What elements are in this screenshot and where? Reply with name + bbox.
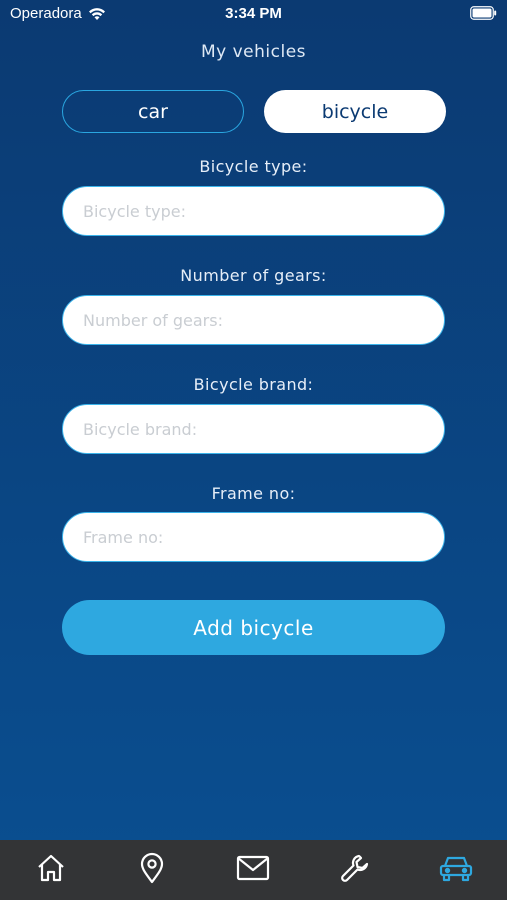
status-bar: Operadora 3:34 PM — [0, 0, 507, 28]
wrench-icon — [339, 852, 371, 888]
status-time: 3:34 PM — [225, 5, 282, 22]
location-pin-icon — [136, 851, 168, 889]
frame-no-input[interactable] — [62, 512, 445, 562]
tab-location[interactable] — [112, 840, 192, 900]
battery-icon — [470, 6, 497, 24]
bicycle-toggle-button[interactable]: bicycle — [264, 90, 446, 133]
mail-icon — [236, 855, 270, 885]
car-toggle-button[interactable]: car — [62, 90, 244, 133]
tab-service[interactable] — [315, 840, 395, 900]
gears-input[interactable] — [62, 295, 445, 345]
home-icon — [35, 852, 67, 888]
add-bicycle-button[interactable]: Add bicycle — [62, 600, 445, 655]
bicycle-brand-input[interactable] — [62, 404, 445, 454]
gears-label: Number of gears: — [180, 266, 327, 285]
car-icon — [438, 853, 474, 887]
bicycle-brand-label: Bicycle brand: — [193, 375, 314, 394]
page-title: My vehicles — [200, 42, 307, 62]
frame-no-label: Frame no: — [211, 484, 296, 503]
tab-vehicles[interactable] — [416, 840, 496, 900]
tab-home[interactable] — [11, 840, 91, 900]
tab-bar — [0, 840, 507, 900]
bicycle-type-label: Bicycle type: — [199, 157, 308, 176]
tab-messages[interactable] — [213, 840, 293, 900]
bicycle-type-input[interactable] — [62, 186, 445, 236]
